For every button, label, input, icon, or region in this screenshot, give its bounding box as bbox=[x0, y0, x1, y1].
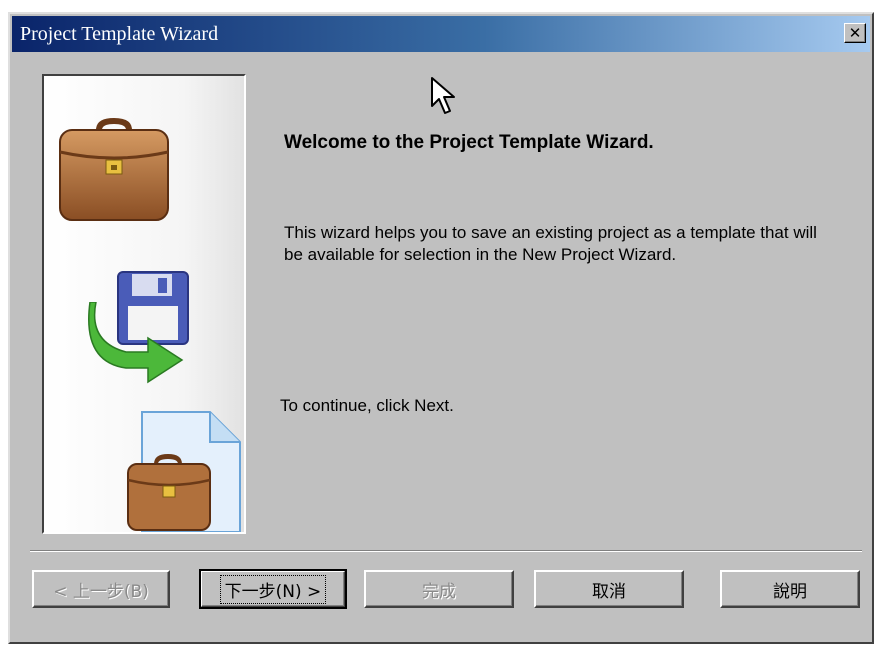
window-title: Project Template Wizard bbox=[20, 23, 219, 45]
green-arrow-icon bbox=[88, 302, 184, 384]
wizard-heading: Welcome to the Project Template Wizard. bbox=[284, 132, 654, 153]
mouse-cursor-icon bbox=[431, 77, 455, 114]
finish-button-label: 完成 bbox=[422, 581, 456, 602]
close-icon: ✕ bbox=[848, 24, 862, 42]
cancel-button-label: 取消 bbox=[592, 581, 626, 602]
wizard-description: This wizard helps you to save an existin… bbox=[284, 223, 817, 264]
help-button-label: 說明 bbox=[773, 581, 807, 602]
finish-button[interactable]: 完成 bbox=[364, 570, 514, 608]
briefcase-icon bbox=[59, 118, 169, 221]
continue-instructions: To continue, click Next. bbox=[280, 396, 454, 415]
help-button[interactable]: 說明 bbox=[720, 570, 860, 608]
document-briefcase-icon bbox=[127, 411, 241, 532]
cancel-button[interactable]: 取消 bbox=[534, 570, 684, 608]
back-button-label: < 上一步(B) bbox=[53, 581, 149, 602]
back-button[interactable]: < 上一步(B) bbox=[32, 570, 170, 608]
title-bar[interactable]: Project Template Wizard ✕ bbox=[12, 16, 870, 52]
close-button[interactable]: ✕ bbox=[844, 23, 866, 43]
next-button[interactable]: 下一步(N) > bbox=[199, 569, 347, 609]
wizard-side-panel bbox=[42, 74, 246, 534]
button-separator bbox=[30, 550, 862, 552]
next-button-label: 下一步(N) > bbox=[219, 574, 327, 604]
